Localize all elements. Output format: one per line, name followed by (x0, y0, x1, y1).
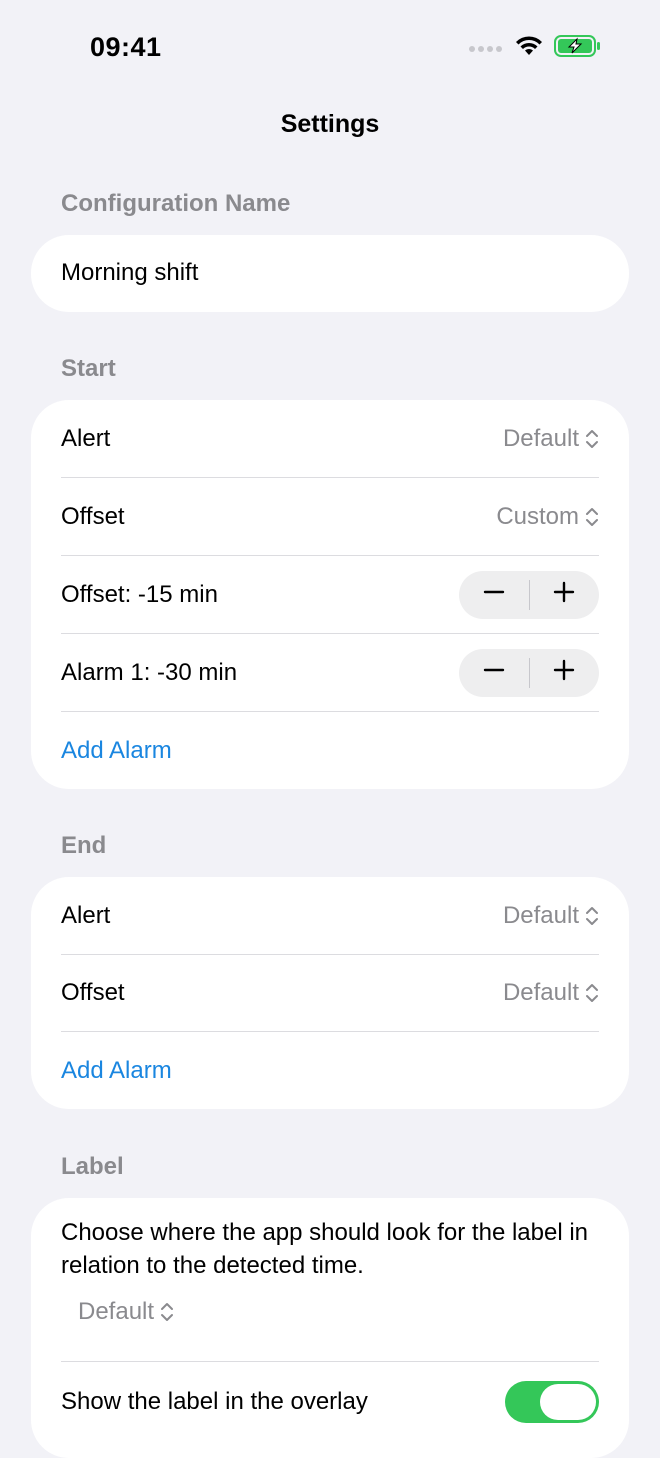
section-header-start: Start (61, 355, 116, 382)
label-position-value: Default (78, 1298, 155, 1325)
start-offset-value: Custom (496, 503, 579, 530)
plus-icon (553, 659, 575, 688)
start-offset-picker[interactable]: Custom (496, 503, 599, 531)
start-offset-label: Offset (61, 503, 125, 530)
overlay-label-row: Show the label in the overlay (61, 1363, 599, 1441)
chevron-updown-icon (160, 1301, 174, 1323)
start-card: Alert Default Offset Custom Offset: -15 … (31, 400, 629, 789)
start-alert-picker[interactable]: Default (503, 425, 599, 453)
chevron-updown-icon (585, 982, 599, 1004)
start-alert-label: Alert (61, 425, 111, 452)
end-alert-row[interactable]: Alert Default (61, 877, 599, 955)
end-alert-value: Default (502, 902, 579, 929)
configuration-name-card: Morning shift (31, 235, 629, 312)
end-card: Alert Default Offset Default Add Alarm (31, 877, 629, 1109)
end-offset-label: Offset (61, 979, 125, 1006)
label-description: Choose where the app should look for the… (61, 1219, 589, 1279)
start-alarm-1-label: Alarm 1: -30 min (61, 659, 238, 686)
end-offset-value: Default (502, 979, 579, 1006)
status-time: 09:41 (90, 32, 162, 62)
overlay-label-toggle[interactable] (505, 1381, 599, 1423)
minus-icon (483, 581, 505, 610)
label-position-picker[interactable]: Default (78, 1298, 174, 1326)
plus-icon (553, 581, 575, 610)
start-add-alarm-button[interactable]: Add Alarm (61, 737, 172, 765)
toggle-knob (540, 1384, 596, 1420)
start-offset-stepper-label: Offset: -15 min (61, 581, 218, 608)
minus-icon (483, 659, 505, 688)
chevron-updown-icon (585, 506, 599, 528)
end-alert-label: Alert (61, 902, 111, 929)
label-card: Choose where the app should look for the… (31, 1198, 629, 1458)
start-alert-row[interactable]: Alert Default (61, 400, 599, 478)
alarm-1-stepper (459, 649, 599, 697)
section-header-label: Label (61, 1153, 124, 1180)
cellular-signal-icon (468, 40, 504, 58)
start-alert-value: Default (502, 425, 579, 452)
start-add-alarm-row: Add Alarm (61, 712, 599, 789)
start-offset-stepper-row: Offset: -15 min (61, 556, 599, 634)
configuration-name-field[interactable]: Morning shift (61, 235, 599, 311)
end-alert-picker[interactable]: Default (503, 902, 599, 930)
battery-charging-icon (554, 34, 602, 63)
start-offset-row[interactable]: Offset Custom (61, 478, 599, 556)
end-offset-row[interactable]: Offset Default (61, 954, 599, 1032)
offset-decrement-button[interactable] (459, 571, 529, 619)
chevron-updown-icon (585, 428, 599, 450)
overlay-label-text: Show the label in the overlay (61, 1388, 368, 1415)
page-title: Settings (280, 110, 380, 138)
label-divider (61, 1361, 599, 1362)
start-alarm-1-row: Alarm 1: -30 min (61, 634, 599, 712)
status-icons (468, 34, 602, 63)
end-offset-picker[interactable]: Default (503, 979, 599, 1007)
alarm-1-decrement-button[interactable] (459, 649, 529, 697)
section-header-end: End (61, 832, 107, 859)
end-add-alarm-button[interactable]: Add Alarm (61, 1057, 172, 1085)
offset-increment-button[interactable] (530, 571, 600, 619)
wifi-icon (514, 35, 544, 62)
end-add-alarm-row: Add Alarm (61, 1032, 599, 1109)
status-bar: 09:41 (0, 0, 660, 96)
alarm-1-increment-button[interactable] (530, 649, 600, 697)
offset-stepper (459, 571, 599, 619)
chevron-updown-icon (585, 905, 599, 927)
section-header-configuration-name: Configuration Name (61, 190, 291, 217)
